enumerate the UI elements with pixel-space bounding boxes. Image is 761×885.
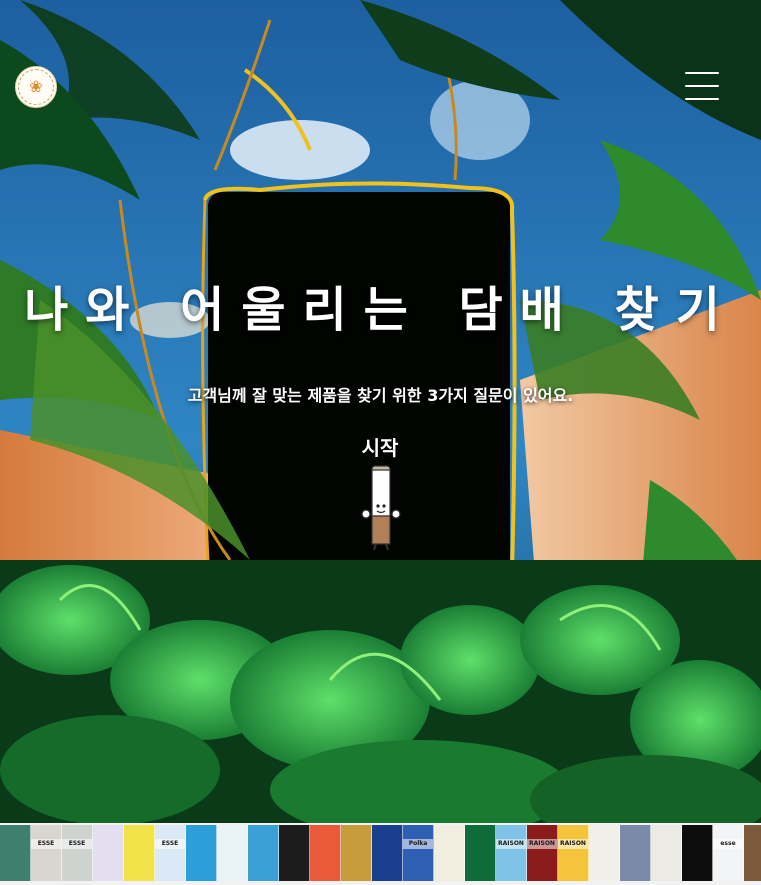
menu-line <box>685 72 719 74</box>
product-pack[interactable] <box>124 825 155 881</box>
pack-label: ESSE <box>37 840 55 847</box>
product-pack[interactable]: ESSE <box>155 825 186 881</box>
product-pack[interactable]: RAISON <box>558 825 589 881</box>
product-pack[interactable] <box>0 825 31 881</box>
product-pack[interactable]: ESSE <box>62 825 93 881</box>
product-pack[interactable] <box>620 825 651 881</box>
product-pack[interactable] <box>465 825 496 881</box>
product-pack[interactable] <box>217 825 248 881</box>
logo-ring <box>18 69 54 105</box>
product-pack[interactable] <box>372 825 403 881</box>
product-pack[interactable]: RAISON <box>527 825 558 881</box>
product-pack[interactable] <box>93 825 124 881</box>
product-pack[interactable] <box>186 825 217 881</box>
pack-label: RAISON <box>529 840 555 847</box>
pack-label: ESSE <box>68 840 86 847</box>
product-pack[interactable] <box>279 825 310 881</box>
product-pack[interactable] <box>589 825 620 881</box>
product-pack[interactable] <box>310 825 341 881</box>
product-pack[interactable] <box>434 825 465 881</box>
product-pack[interactable] <box>682 825 713 881</box>
hero-title: 나와 어울리는 담배 찾기 <box>24 282 737 338</box>
pack-label: ESSE <box>161 840 179 847</box>
hero-subtitle: 고객님께 잘 맞는 제품을 찾기 위한 3가지 질문이 있어요. <box>187 386 574 405</box>
cigarette-mascot-icon[interactable] <box>358 462 404 552</box>
product-pack[interactable] <box>651 825 682 881</box>
product-pack[interactable] <box>341 825 372 881</box>
hamburger-menu-button[interactable] <box>685 72 719 100</box>
product-pack[interactable]: ESSE <box>31 825 62 881</box>
product-pack[interactable]: RAISON <box>496 825 527 881</box>
product-pack[interactable] <box>744 825 761 881</box>
product-pack[interactable]: Polka <box>403 825 434 881</box>
pack-label: esse <box>720 840 736 847</box>
pack-label: Polka <box>408 840 428 847</box>
product-pack-strip: ESSE ESSE ESSE Polka RAISON RAISON RAISON esse <box>0 823 761 885</box>
product-pack[interactable] <box>248 825 279 881</box>
brand-logo[interactable]: ❀ <box>15 66 57 108</box>
pack-label: RAISON <box>560 840 586 847</box>
menu-line <box>685 85 719 87</box>
menu-line <box>685 98 719 100</box>
product-pack[interactable]: esse <box>713 825 744 881</box>
start-button[interactable]: 시작 <box>330 432 430 461</box>
pack-label: RAISON <box>498 840 524 847</box>
